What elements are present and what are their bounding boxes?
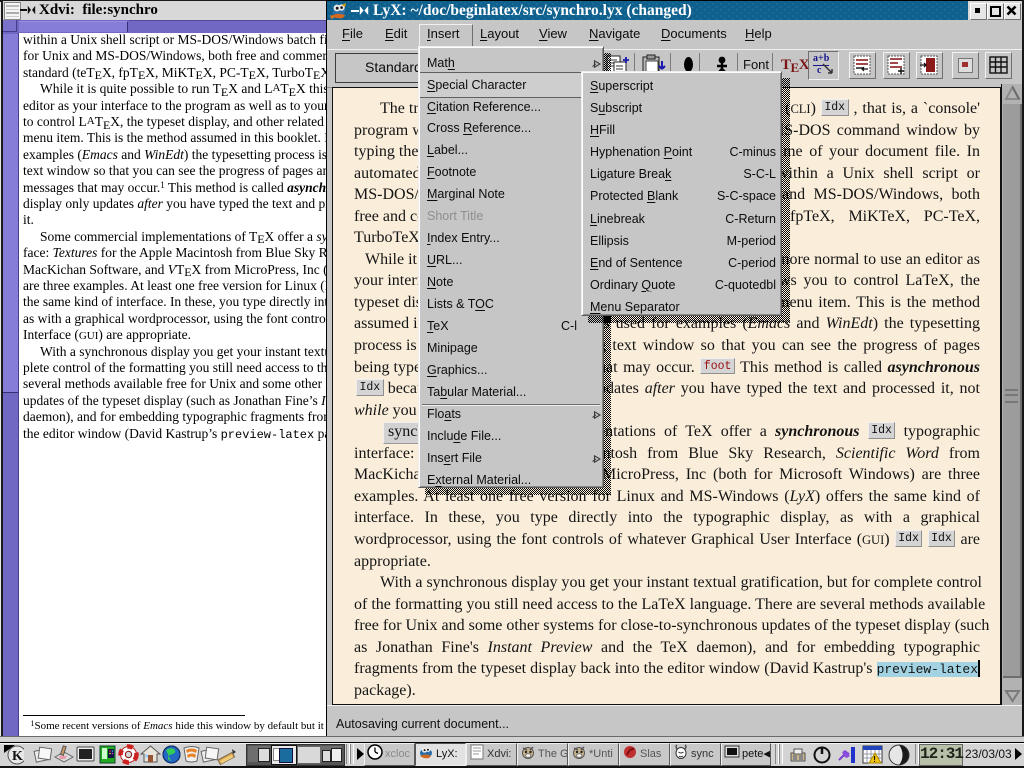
svg-text:!: ! (873, 755, 876, 764)
svg-text:K: K (12, 749, 23, 764)
